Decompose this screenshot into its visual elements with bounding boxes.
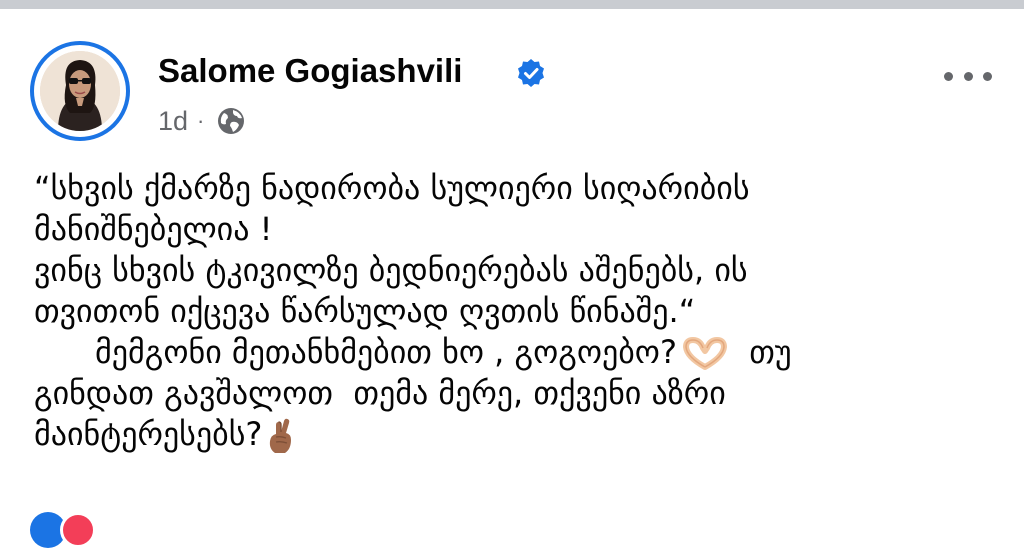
post-line: მაინტერესებს? [34,415,263,453]
post-header: Salome Gogiashvili 1d · [0,9,1024,159]
more-options-icon[interactable] [944,61,992,91]
post-time[interactable]: 1d [158,106,188,137]
heart-hands-emoji [682,337,727,370]
post-meta: 1d · [158,104,246,138]
author-name[interactable]: Salome Gogiashvili [158,51,462,91]
avatar-photo [40,51,120,131]
post-text: “სხვის ქმარზე ნადირობა სულიერი სიღარიბის… [34,168,994,455]
post-line-with-emoji: მემგონი მეთანხმებით ხო , გოგოებო? თუ [34,332,994,373]
post-line: მანიშნებელია ! [34,210,273,248]
post-line: ვინც სხვის ტკივილზე ბედნიერებას აშენებს,… [34,251,748,289]
post-line: თვითონ იქცევა წარსულად ღვთის წინაშე.“ [34,292,696,330]
post-line: “სხვის ქმარზე ნადირობა სულიერი სიღარიბის [34,169,750,207]
meta-separator: · [197,108,205,133]
more-dot [944,71,953,81]
more-dot [983,71,992,81]
reaction-icons[interactable] [30,512,120,548]
love-reaction-icon [60,512,96,548]
more-dot [963,71,973,81]
verified-badge-icon [518,59,544,87]
top-divider [0,0,1024,9]
post-line-with-emoji: მაინტერესებს? [34,414,994,455]
globe-icon[interactable] [216,106,246,136]
avatar[interactable] [30,41,130,141]
post-line: გინდათ გავშალოთ თემა მერე, თქვენი აზრი [34,374,726,412]
crossed-fingers-emoji [270,418,292,453]
post-line: თუ [728,333,792,371]
post-line: მემგონი მეთანხმებით ხო , გოგოებო? [34,333,677,371]
